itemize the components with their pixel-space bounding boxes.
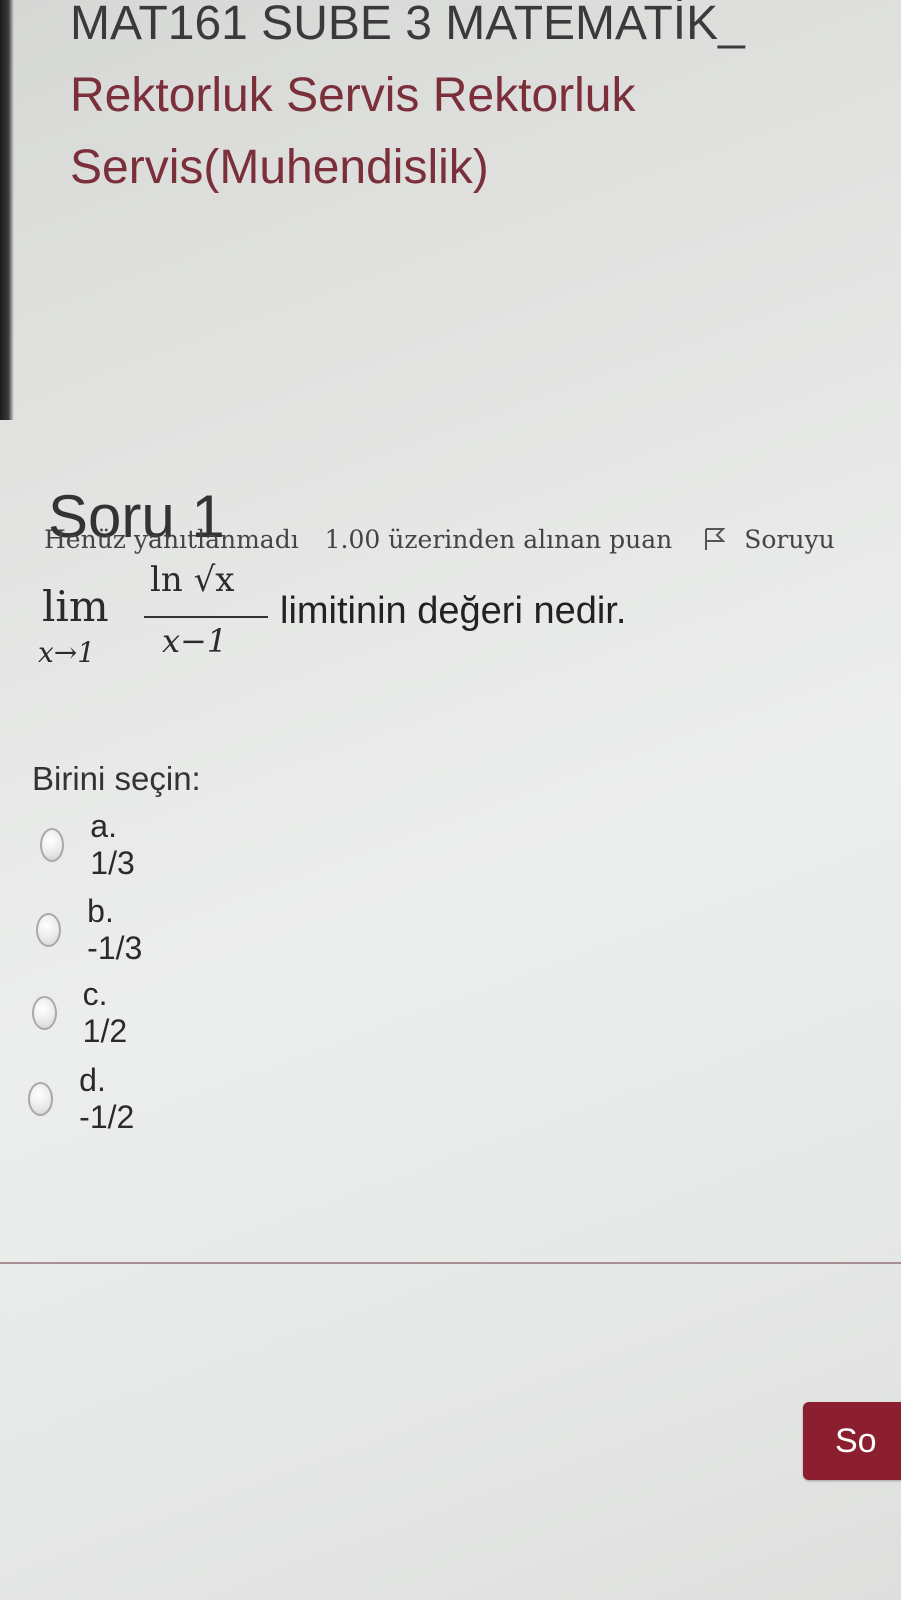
flag-question-link[interactable]: Soruyu: [698, 525, 852, 554]
radio-button[interactable]: [32, 996, 57, 1030]
flag-icon[interactable]: [704, 527, 726, 557]
limit-operator: lim: [42, 582, 109, 631]
radio-button[interactable]: [28, 1082, 54, 1116]
option-c[interactable]: c. 1/2: [32, 976, 136, 1049]
fraction-denominator: x−1: [162, 622, 228, 660]
radio-button[interactable]: [40, 828, 65, 862]
option-label[interactable]: c. 1/2: [83, 976, 137, 1050]
device-edge: [0, 0, 14, 420]
question-body-text: limitinin değeri nedir.: [280, 590, 627, 632]
fraction-bar: [144, 616, 268, 618]
question-status: Henüz yanıtlanmadı: [44, 525, 299, 554]
option-a[interactable]: a. 1/3: [40, 808, 144, 881]
fraction-numerator: ln √x: [150, 560, 235, 600]
question-mark-info: 1.00 üzerinden alınan puan: [324, 525, 673, 554]
question-info: Henüz yanıtlanmadı 1.00 üzerinden alınan…: [44, 525, 871, 557]
course-title-line2: Rektorluk Servis Rektorluk: [70, 69, 636, 122]
option-d[interactable]: d. -1/2: [28, 1062, 143, 1135]
limit-subscript: x→1: [38, 636, 96, 669]
course-title-line1: MAT161 SUBE 3 MATEMATİK_: [70, 0, 745, 50]
flag-question-label[interactable]: Soruyu: [744, 525, 834, 554]
section-divider: [0, 1262, 901, 1264]
limit-expression: lim x→1 ln √x x−1: [38, 560, 278, 690]
answer-prompt: Birini seçin:: [32, 760, 201, 797]
option-label[interactable]: a. 1/3: [90, 808, 144, 882]
course-header: MAT161 SUBE 3 MATEMATİK_ Rektorluk Servi…: [70, 0, 901, 204]
option-label[interactable]: b. -1/3: [87, 893, 151, 967]
option-label[interactable]: d. -1/2: [79, 1062, 143, 1136]
course-title-line3: Servis(Muhendislik): [70, 141, 489, 194]
radio-button[interactable]: [36, 913, 62, 947]
option-b[interactable]: b. -1/3: [36, 893, 151, 966]
next-page-button[interactable]: So: [803, 1402, 901, 1480]
